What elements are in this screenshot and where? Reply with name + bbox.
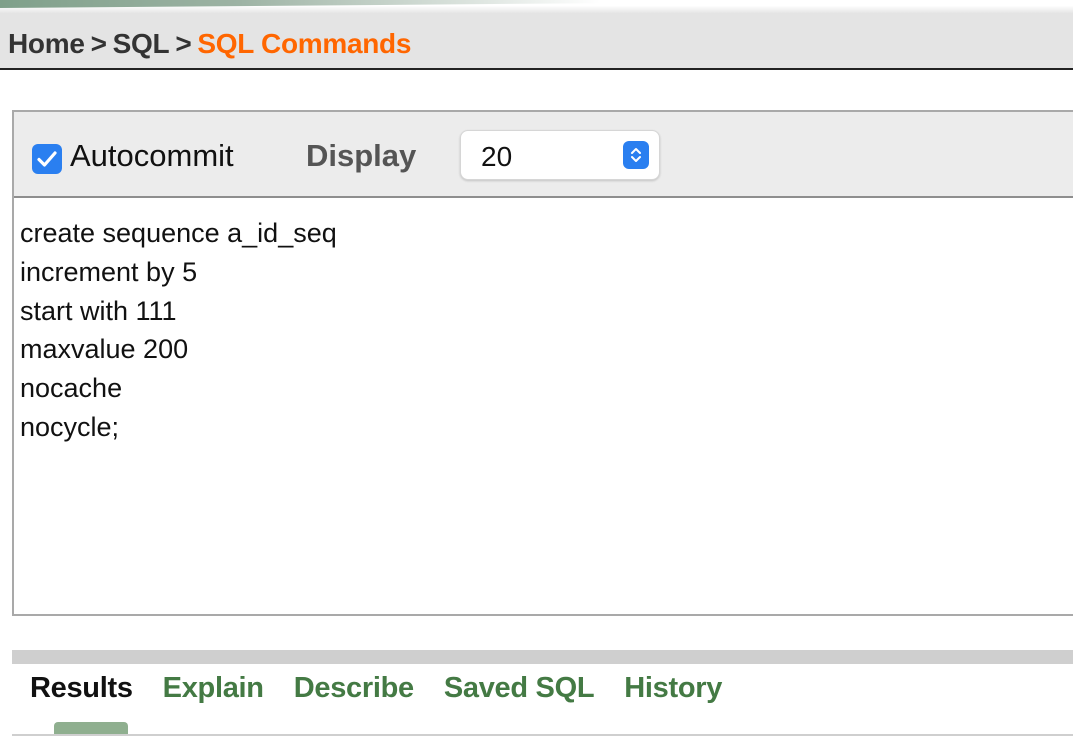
display-label: Display: [306, 138, 417, 173]
tab-results[interactable]: Results: [30, 672, 133, 712]
sql-line: maxvalue 200: [20, 334, 189, 365]
sql-editor[interactable]: create sequence a_id_seq increment by 5 …: [14, 198, 1073, 614]
breadcrumb-sql[interactable]: SQL: [113, 28, 170, 59]
sql-line: create sequence a_id_seq: [20, 218, 337, 248]
tab-describe[interactable]: Describe: [294, 672, 414, 712]
select-stepper-icon: [623, 141, 649, 169]
autocommit-checkbox[interactable]: [32, 144, 62, 174]
breadcrumb: Home > SQL > SQL Commands: [8, 28, 411, 60]
sql-line: nocycle;: [20, 411, 120, 442]
tab-saved-sql[interactable]: Saved SQL: [444, 672, 595, 712]
breadcrumb-bar: Home > SQL > SQL Commands: [0, 14, 1073, 70]
tab-explain[interactable]: Explain: [163, 672, 264, 712]
checkmark-icon: [37, 151, 57, 167]
tab-history[interactable]: History: [624, 672, 722, 712]
autocommit-label[interactable]: Autocommit: [70, 138, 234, 174]
breadcrumb-separator: >: [90, 28, 107, 59]
sql-line: increment by 5: [20, 256, 198, 287]
tabs-divider: [12, 650, 1073, 664]
display-select-value: 20: [481, 141, 513, 172]
sql-toolbar: Autocommit Display 20: [14, 112, 1073, 198]
breadcrumb-separator: >: [175, 28, 192, 59]
breadcrumb-home[interactable]: Home: [8, 28, 85, 59]
sql-line: start with 111: [20, 295, 177, 326]
breadcrumb-sql-commands: SQL Commands: [197, 28, 412, 59]
sql-panel: Autocommit Display 20 create sequence a_…: [12, 110, 1073, 616]
sql-line: nocache: [20, 373, 123, 404]
display-select[interactable]: 20: [460, 130, 660, 180]
results-tabs: Results Explain Describe Saved SQL Histo…: [30, 672, 722, 712]
sql-commands-page: Home > SQL > SQL Commands Autocommit Display…: [0, 0, 1073, 736]
